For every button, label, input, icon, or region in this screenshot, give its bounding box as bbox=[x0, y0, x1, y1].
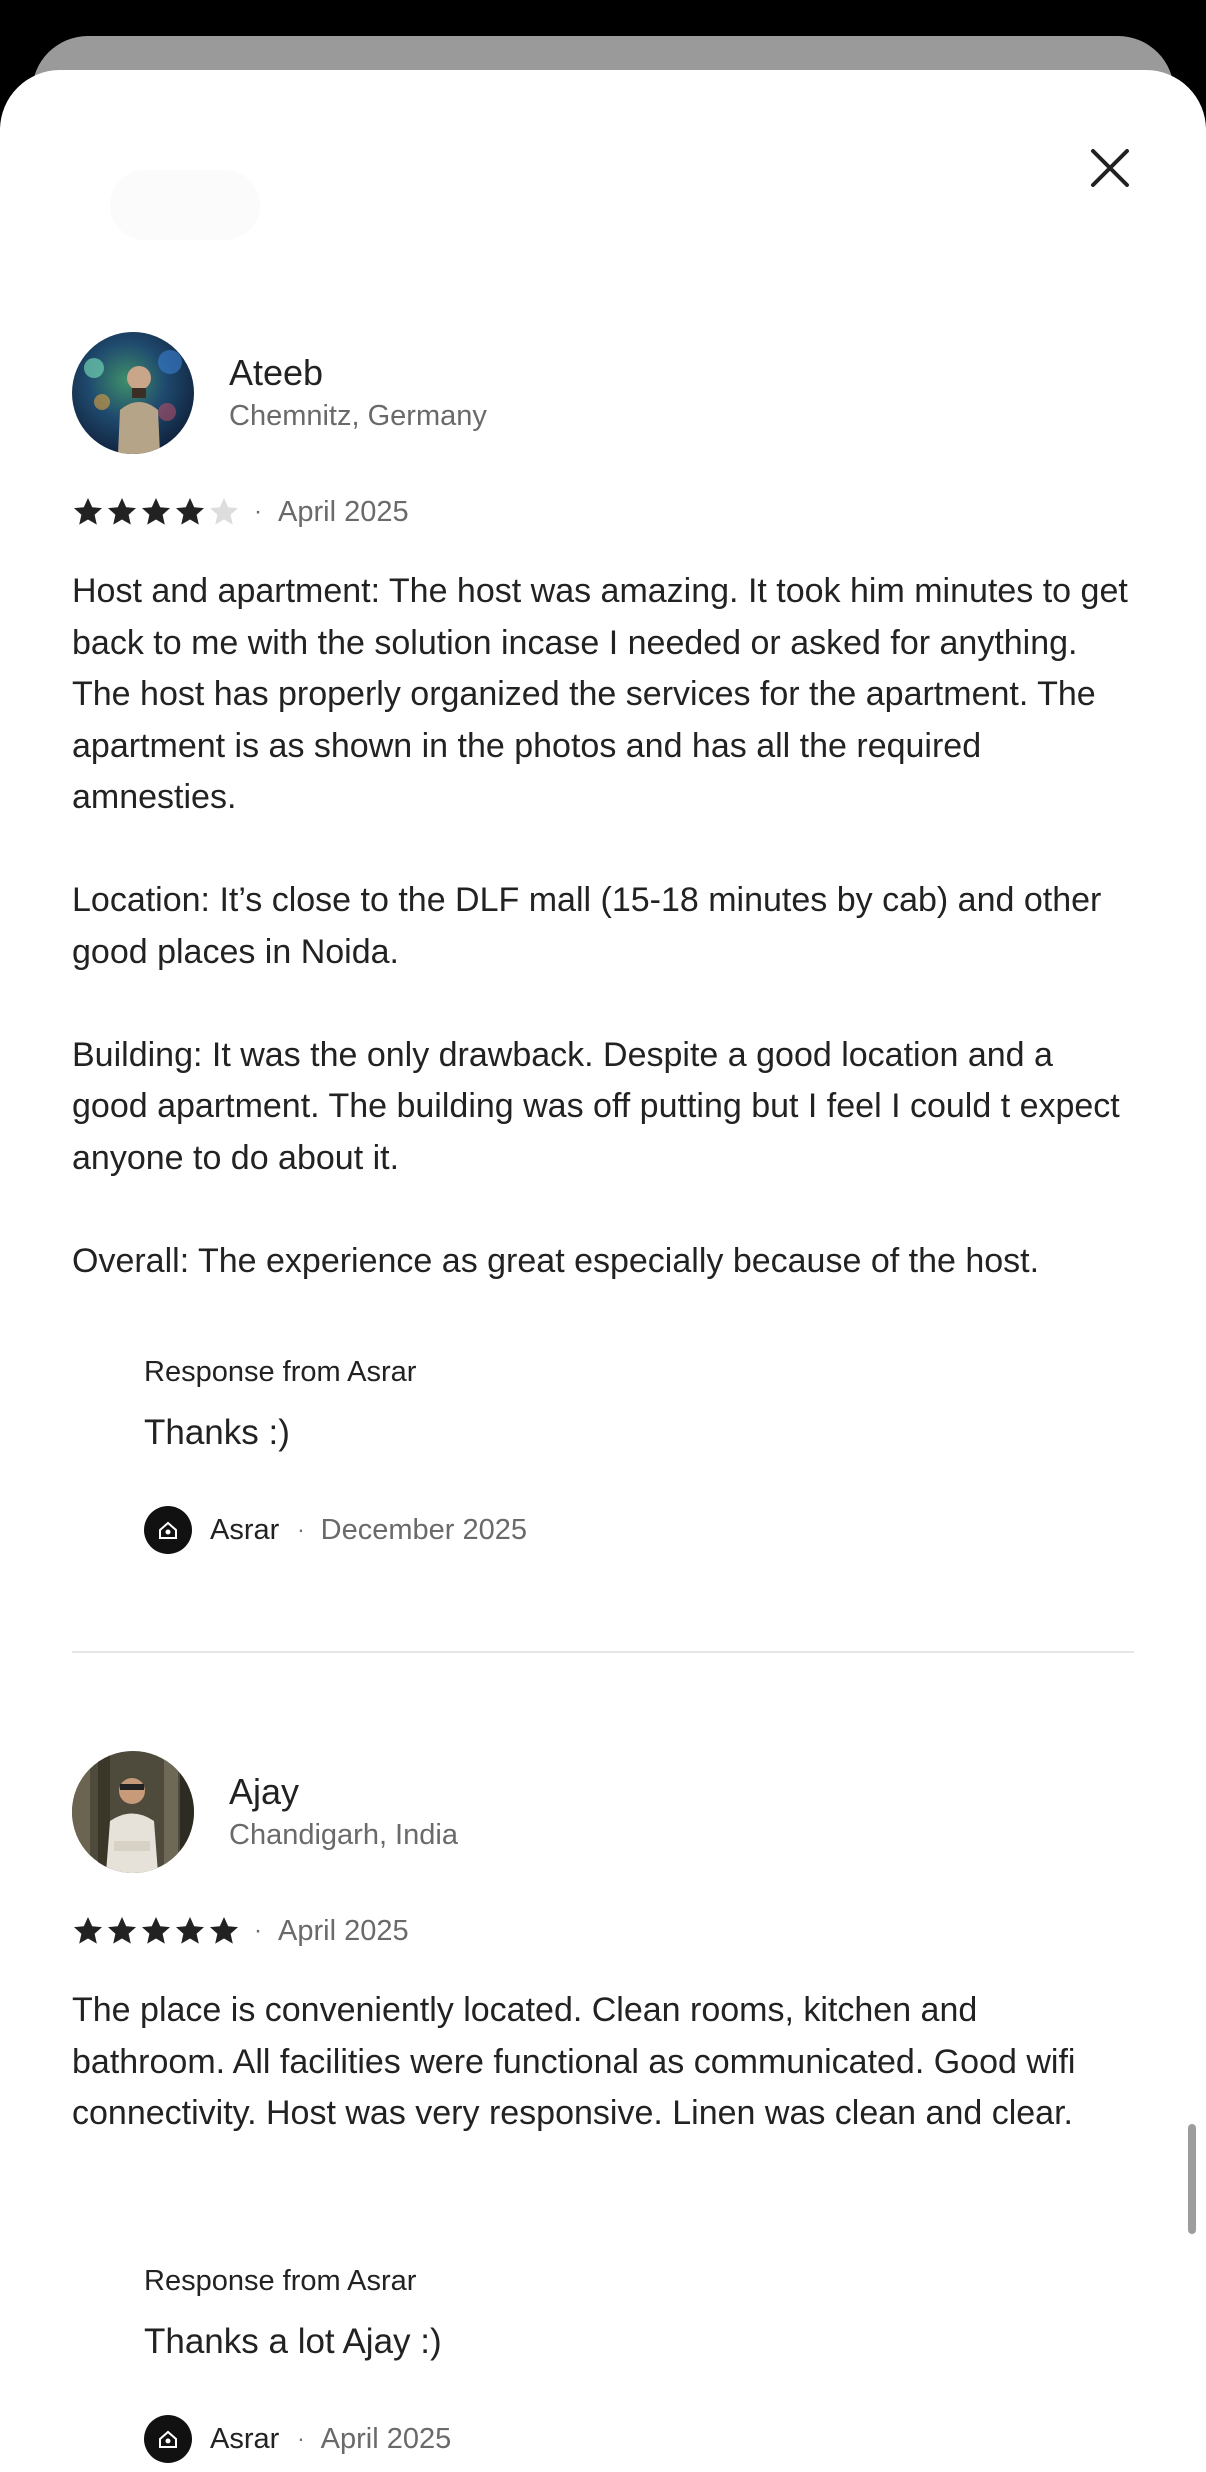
reviewer-location: Chandigarh, India bbox=[229, 1819, 458, 1851]
star-filled-icon bbox=[176, 498, 204, 525]
star-filled-icon bbox=[142, 1917, 170, 1944]
reviewer-name: Ateeb bbox=[229, 352, 324, 393]
review-item: Ajay Chandigarh, India · April 2025 The … bbox=[72, 1751, 1134, 2463]
avatar[interactable] bbox=[72, 1751, 194, 1873]
review-text: Host and apartment: The host was amazing… bbox=[72, 572, 1128, 1280]
host-response: Response from Asrar Thanks a lot Ajay :) bbox=[144, 2265, 1124, 2362]
home-logo-icon bbox=[159, 2430, 177, 2448]
reviewer-location: Chemnitz, Germany bbox=[229, 400, 487, 432]
star-filled-icon bbox=[176, 1917, 204, 1944]
star-filled-icon bbox=[108, 1917, 136, 1944]
reviewer-header: Ateeb Chemnitz, Germany bbox=[72, 332, 1134, 454]
review-item: Ateeb Chemnitz, Germany · April 2025 Hos… bbox=[72, 332, 1134, 1554]
host-avatar[interactable] bbox=[144, 2415, 192, 2463]
response-host-row: Asrar · April 2025 bbox=[144, 2415, 451, 2463]
separator-dot: · bbox=[297, 1517, 305, 1542]
response-date: April 2025 bbox=[320, 2422, 452, 2455]
rating-row: · April 2025 bbox=[72, 1911, 409, 1951]
response-text: Thanks a lot Ajay :) bbox=[144, 2322, 442, 2361]
reviewer-name: Ajay bbox=[229, 1771, 300, 1812]
scrollbar-thumb[interactable] bbox=[1188, 2124, 1196, 2234]
close-button[interactable] bbox=[1082, 140, 1138, 196]
response-title: Response from Asrar bbox=[144, 1356, 417, 1388]
star-filled-icon bbox=[74, 1917, 102, 1944]
star-empty-icon bbox=[210, 498, 238, 525]
response-date: December 2025 bbox=[320, 1513, 527, 1546]
star-rating bbox=[72, 496, 240, 528]
star-filled-icon bbox=[74, 498, 102, 525]
response-text: Thanks :) bbox=[144, 1413, 290, 1452]
separator-dot: · bbox=[297, 2426, 305, 2451]
host-name: Asrar bbox=[210, 1513, 280, 1546]
rating-row: · April 2025 bbox=[72, 492, 409, 532]
close-icon bbox=[1091, 149, 1129, 187]
star-filled-icon bbox=[108, 498, 136, 525]
response-title: Response from Asrar bbox=[144, 2265, 417, 2297]
avatar[interactable] bbox=[72, 332, 194, 454]
review-date: April 2025 bbox=[278, 495, 409, 528]
host-name: Asrar bbox=[210, 2422, 280, 2455]
review-divider bbox=[72, 1651, 1134, 1653]
star-rating bbox=[72, 1915, 240, 1947]
header-placeholder bbox=[110, 170, 260, 240]
host-avatar[interactable] bbox=[144, 1506, 192, 1554]
home-logo-icon bbox=[159, 1521, 177, 1539]
response-host-row: Asrar · December 2025 bbox=[144, 1506, 527, 1554]
review-date: April 2025 bbox=[278, 1914, 409, 1947]
star-filled-icon bbox=[142, 498, 170, 525]
reviewer-header: Ajay Chandigarh, India bbox=[72, 1751, 1134, 1873]
star-filled-icon bbox=[210, 1917, 238, 1944]
review-text: The place is conveniently located. Clean… bbox=[72, 1991, 1085, 2132]
host-response: Response from Asrar Thanks :) bbox=[144, 1356, 1124, 1453]
separator-dot: · bbox=[254, 1917, 262, 1944]
separator-dot: · bbox=[254, 498, 262, 525]
